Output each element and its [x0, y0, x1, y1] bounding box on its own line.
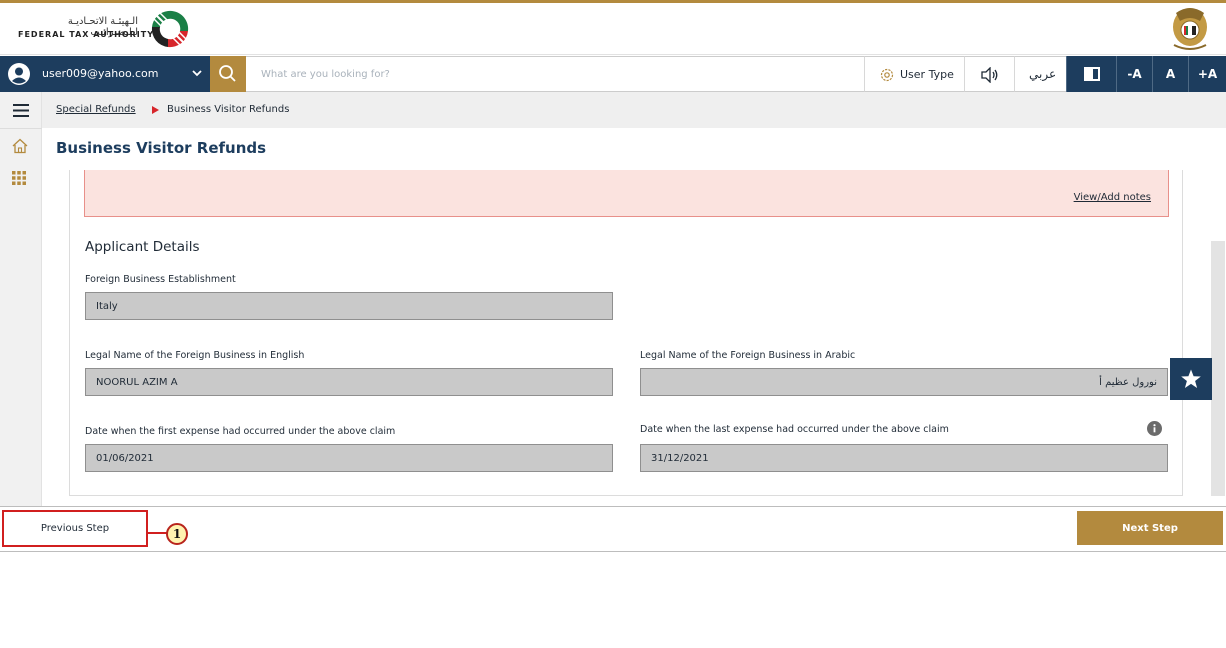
last-expense-date-label: Date when the last expense had occurred … [640, 424, 949, 435]
sidebar-divider [0, 128, 42, 129]
first-expense-date-label: Date when the first expense had occurred… [85, 426, 396, 437]
search-button[interactable] [210, 56, 246, 92]
previous-step-button[interactable]: Previous Step [2, 510, 148, 547]
scrollbar-thumb[interactable] [1211, 241, 1225, 496]
font-increase-button[interactable]: +A [1188, 56, 1226, 92]
read-aloud-button[interactable] [964, 56, 1014, 92]
legal-name-ar-label: Legal Name of the Foreign Business in Ar… [640, 350, 856, 361]
view-add-notes-link[interactable]: View/Add notes [1074, 192, 1151, 203]
breadcrumb-link-special-refunds[interactable]: Special Refunds [56, 104, 136, 115]
language-toggle[interactable]: عربي [1014, 56, 1066, 92]
legal-name-en-label: Legal Name of the Foreign Business in En… [85, 350, 305, 361]
app-window: الـهيئـة الاتحـاديـة لـلـضـرائـب FEDERAL… [0, 0, 1226, 552]
contrast-toggle[interactable] [1066, 56, 1116, 92]
section-title-applicant-details: Applicant Details [85, 239, 200, 255]
font-decrease-button[interactable]: -A [1116, 56, 1152, 92]
user-type-button[interactable]: User Type [864, 56, 964, 92]
sidebar [0, 92, 42, 506]
apps-grid-icon[interactable] [12, 171, 26, 185]
font-normal-button[interactable]: A [1152, 56, 1188, 92]
foreign-establishment-label: Foreign Business Establishment [85, 274, 236, 285]
user-type-label: User Type [900, 68, 954, 81]
hamburger-menu-icon[interactable] [13, 104, 29, 117]
breadcrumb-arrow-icon [152, 106, 159, 114]
notes-panel: View/Add notes [84, 170, 1169, 217]
speaker-icon [981, 67, 998, 83]
last-expense-date-field[interactable]: 31/12/2021 [640, 444, 1168, 472]
foreign-establishment-field[interactable]: Italy [85, 292, 613, 320]
next-step-button[interactable]: Next Step [1077, 511, 1223, 545]
search-input[interactable] [246, 56, 864, 92]
legal-name-en-field[interactable]: NOORUL AZIM A [85, 368, 613, 396]
chevron-down-icon [192, 70, 202, 77]
user-email: user009@yahoo.com [42, 67, 159, 80]
callout-badge: 1 [166, 523, 188, 545]
fta-logo-icon [151, 10, 189, 48]
home-icon[interactable] [12, 138, 28, 154]
gear-icon [880, 68, 894, 82]
legal-name-ar-field[interactable]: نورول عظيم أ [640, 368, 1168, 396]
user-menu[interactable]: user009@yahoo.com [0, 56, 210, 92]
uae-emblem-icon [1173, 8, 1207, 50]
breadcrumb-current: Business Visitor Refunds [167, 104, 290, 115]
star-icon [1181, 369, 1201, 388]
language-label: عربي [1029, 67, 1057, 81]
breadcrumb: Special Refunds Business Visitor Refunds [42, 92, 1226, 128]
user-avatar-icon [8, 63, 30, 85]
search-icon [219, 65, 236, 82]
page-title: Business Visitor Refunds [56, 139, 267, 157]
logo-text-english: FEDERAL TAX AUTHORITY [18, 30, 155, 39]
callout-connector [148, 532, 168, 534]
first-expense-date-field[interactable]: 01/06/2021 [85, 444, 613, 472]
header-logo-bar: الـهيئـة الاتحـاديـة لـلـضـرائـب FEDERAL… [0, 3, 1226, 55]
info-icon[interactable] [1147, 421, 1162, 436]
favourite-button[interactable] [1170, 358, 1212, 400]
top-toolbar: user009@yahoo.com User Type [0, 56, 1226, 92]
contrast-icon [1084, 67, 1100, 81]
